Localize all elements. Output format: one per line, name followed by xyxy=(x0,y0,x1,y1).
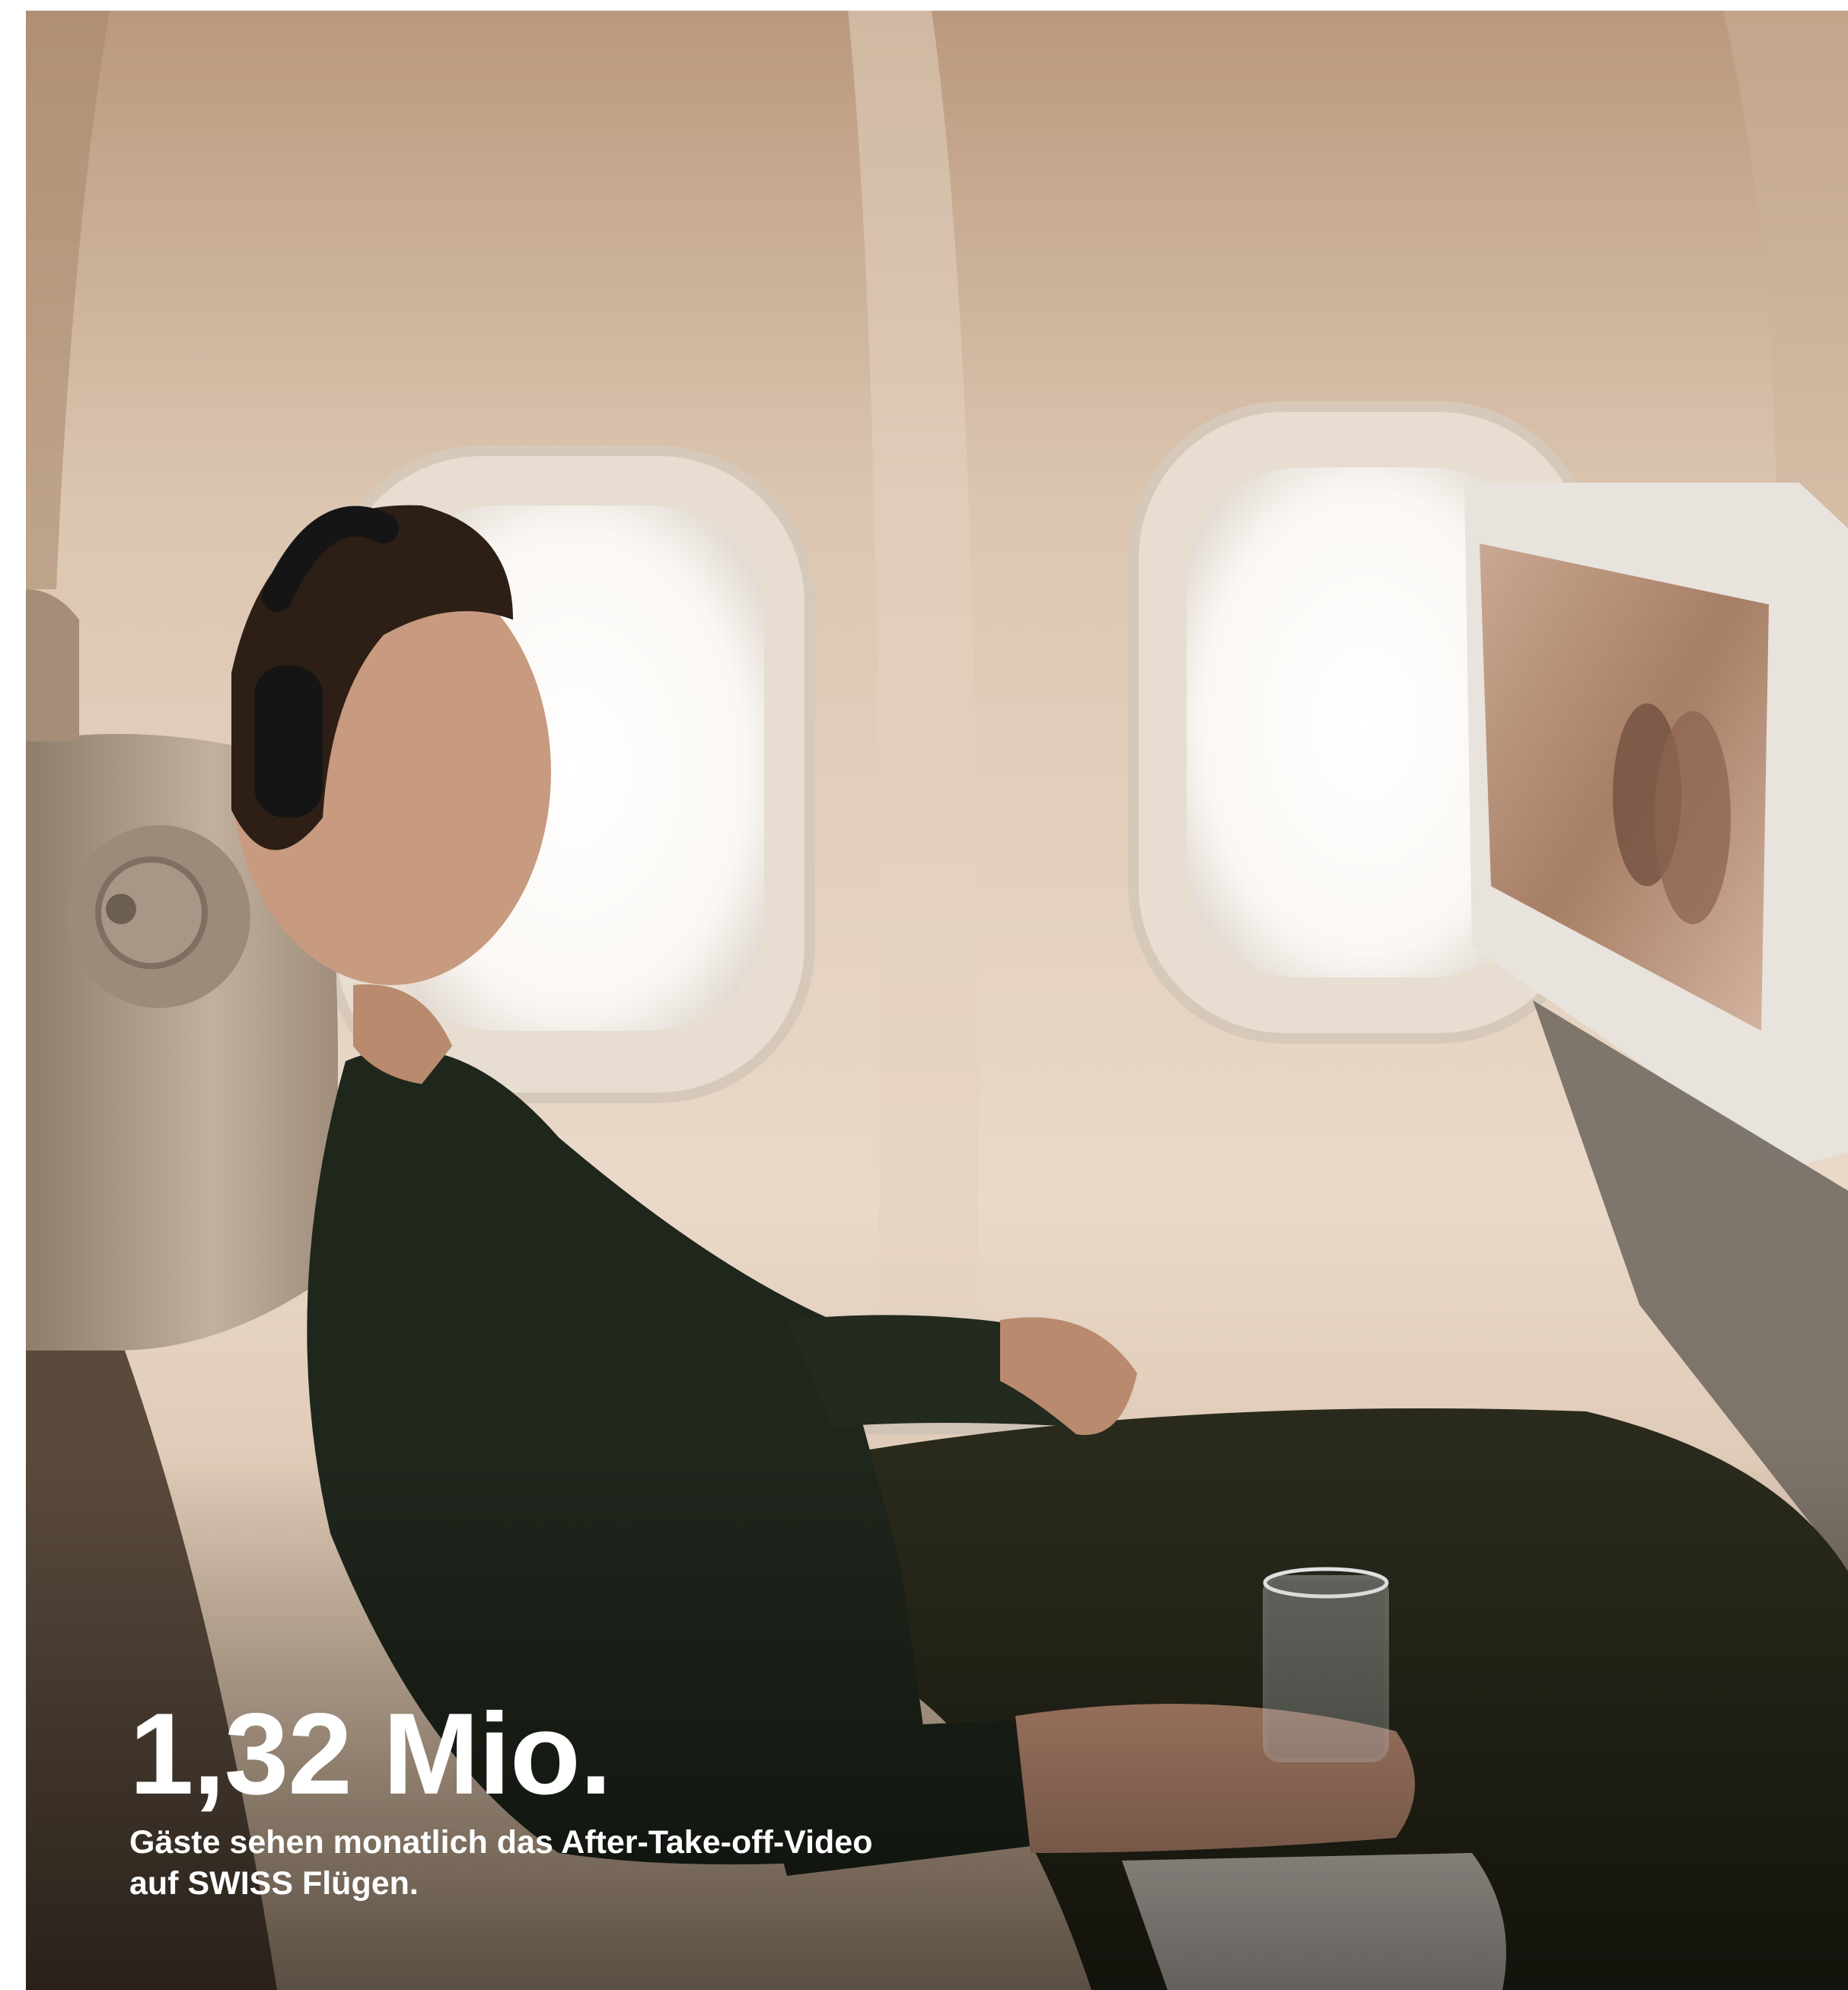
stat-caption-line-1: Gäste sehen monatlich das After-Take-off… xyxy=(129,1824,873,1861)
stat-caption: Gäste sehen monatlich das After-Take-off… xyxy=(129,1822,1043,1904)
stat-value: 1,32 Mio. xyxy=(129,1689,612,1819)
stat-caption-line-2: auf SWISS Flügen. xyxy=(129,1865,419,1902)
hero-photo: 1,32 Mio. Gäste sehen monatlich das Afte… xyxy=(26,11,1848,1990)
